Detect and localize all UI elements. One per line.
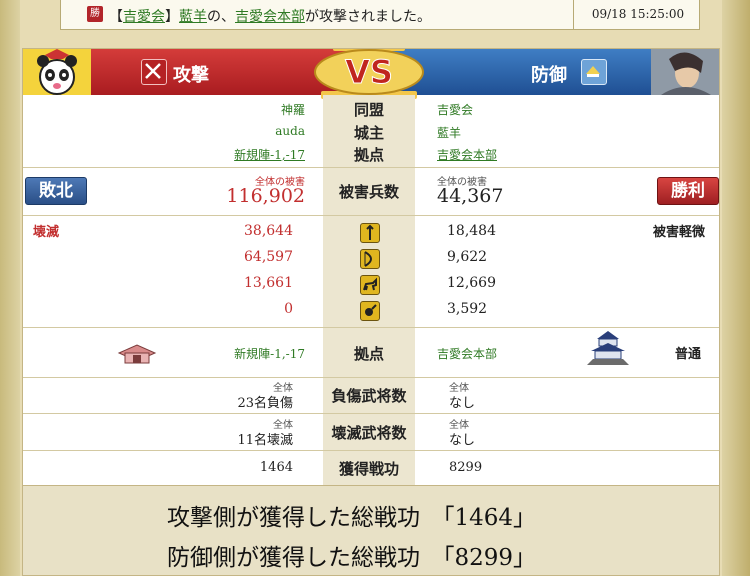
win-badge-icon: 勝 xyxy=(87,6,103,22)
attacker-avatar[interactable] xyxy=(23,49,91,95)
cavalry-unit-icon xyxy=(360,275,380,295)
divider xyxy=(23,377,719,378)
bow-unit-icon xyxy=(360,249,380,269)
battle-notice: 勝 【吉愛会】藍羊の、吉愛会本部が攻撃されました。 09/18 15:25:00 xyxy=(60,0,700,30)
attacker-unit-loss: 0 xyxy=(284,301,293,317)
crossed-swords-icon xyxy=(141,59,167,85)
defender-owner: 藍羊 xyxy=(437,126,462,140)
merit-label: 獲得戦功 xyxy=(338,460,399,478)
frame-left xyxy=(0,0,20,576)
attacker-status: 壊滅 xyxy=(33,225,60,240)
attacker-owner: auda xyxy=(275,124,305,138)
attacker-base: 新規陣-1,-17 xyxy=(234,347,305,361)
owner-label: 城主 xyxy=(353,124,384,142)
defender-avatar[interactable] xyxy=(651,49,719,95)
defender-unit-loss: 12,669 xyxy=(447,275,496,291)
injured-label: 負傷武将数 xyxy=(331,387,407,405)
alliance-link[interactable]: 吉愛会 xyxy=(123,9,165,25)
spear-unit-icon xyxy=(360,223,380,243)
attacker-base-link[interactable]: 新規陣-1,-17 xyxy=(173,146,305,163)
defender-merit-summary: 防御側が獲得した総戦功 「8299」 xyxy=(167,545,537,571)
camp-building-icon xyxy=(117,344,157,364)
base-row-label: 拠点 xyxy=(353,345,384,363)
defender-base-state: 普通 xyxy=(675,347,702,362)
defender-unit-loss: 3,592 xyxy=(447,301,488,317)
attacker-alliance: 神羅 xyxy=(280,103,305,117)
attacker-unit-loss: 38,644 xyxy=(244,223,293,239)
divider xyxy=(23,167,719,168)
svg-text:VS: VS xyxy=(345,53,393,91)
defender-base: 吉愛会本部 xyxy=(437,347,498,361)
defender-unit-loss: 18,484 xyxy=(447,223,496,239)
base-label: 拠点 xyxy=(353,146,384,164)
defender-total-damage: 44,367 xyxy=(437,185,504,207)
divider xyxy=(23,327,719,328)
attacker-unit-loss: 13,661 xyxy=(244,275,293,291)
vs-header: 攻撃 防御 VS xyxy=(23,49,719,99)
damage-label: 被害兵数 xyxy=(338,183,399,201)
attacker-unit-loss: 64,597 xyxy=(244,249,293,265)
alliance-label: 同盟 xyxy=(353,101,384,119)
attacker-merit-summary: 攻撃側が獲得した総戦功 「1464」 xyxy=(167,505,537,531)
attacker-merit: 1464 xyxy=(259,460,293,475)
attacker-destroyed: 11名壊滅 xyxy=(237,433,293,448)
panda-avatar-icon xyxy=(23,49,91,95)
defender-status: 被害軽微 xyxy=(653,225,706,240)
player-link[interactable]: 藍羊 xyxy=(179,9,207,25)
defender-base-link[interactable]: 吉愛会本部 xyxy=(437,146,497,163)
divider xyxy=(23,413,719,414)
destroyed-label: 壊滅武将数 xyxy=(331,424,407,442)
shield-icon xyxy=(581,59,607,85)
defender-merit: 8299 xyxy=(449,460,483,475)
siege-unit-icon xyxy=(360,301,380,321)
defender-injured: なし xyxy=(449,396,476,411)
attacker-injured: 23名負傷 xyxy=(237,396,293,411)
base-link[interactable]: 吉愛会本部 xyxy=(235,9,305,25)
defender-destroyed: なし xyxy=(449,433,476,448)
warrior-portrait-icon xyxy=(651,49,719,95)
notice-message: 【吉愛会】藍羊の、吉愛会本部が攻撃されました。 xyxy=(109,9,431,25)
divider xyxy=(23,450,719,451)
attacker-total-damage: 116,902 xyxy=(226,185,305,207)
defender-unit-loss: 9,622 xyxy=(447,249,488,265)
defense-title: 防御 xyxy=(531,65,567,86)
frame-right xyxy=(722,0,750,576)
divider xyxy=(23,215,719,216)
merit-summary: 攻撃側が獲得した総戦功 「1464」 防御側が獲得した総戦功 「8299」 xyxy=(23,485,719,575)
castle-icon xyxy=(587,331,629,365)
notice-timestamp: 09/18 15:25:00 xyxy=(573,0,702,29)
battle-report-panel: 攻撃 防御 VS 神羅 同盟 吉愛会 auda 城主 藍羊 新規陣-1,-17 … xyxy=(22,48,720,576)
attack-title: 攻撃 xyxy=(173,65,209,86)
defender-alliance: 吉愛会 xyxy=(437,103,474,117)
defeat-badge: 敗北 xyxy=(25,177,87,205)
victory-badge: 勝利 xyxy=(657,177,719,205)
